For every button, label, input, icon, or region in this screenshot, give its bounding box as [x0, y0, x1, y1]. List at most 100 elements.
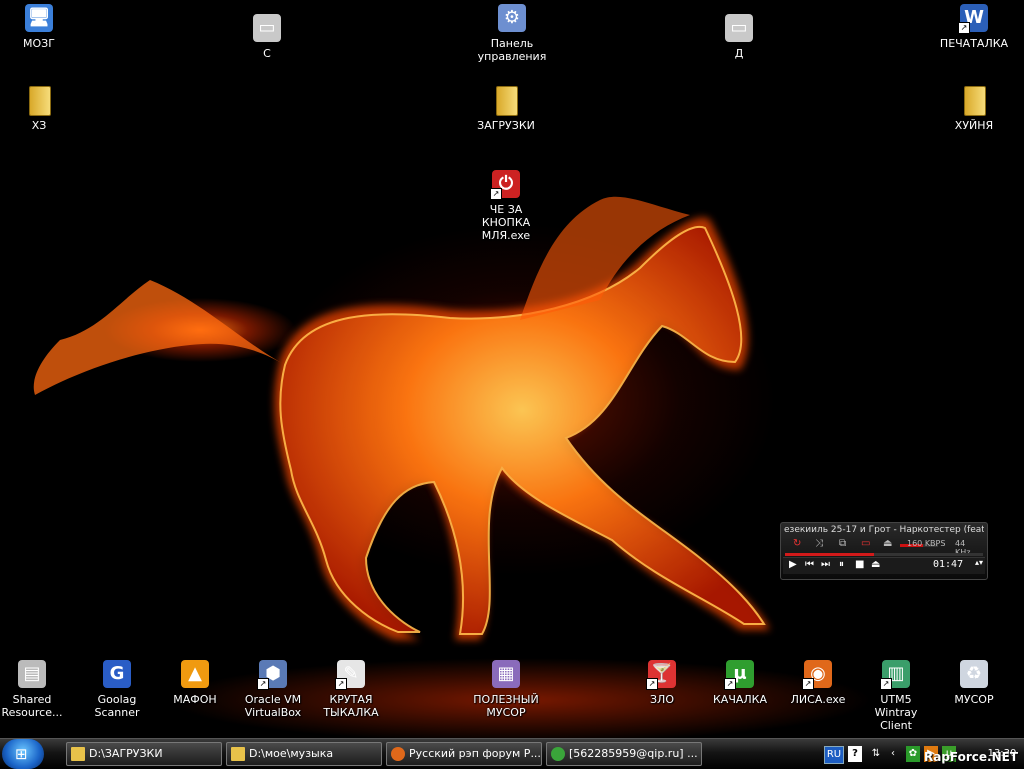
previous-icon[interactable]: ⏮: [805, 559, 814, 570]
aimp-player-icon: ▲: [179, 658, 211, 690]
folder-icon: [71, 747, 85, 761]
desktop-icon-label: Панель управления: [477, 37, 547, 63]
desktop-icon-krutaya[interactable]: ✎ ↗ КРУТАЯ ТЫКАЛКА: [313, 658, 389, 719]
taskbar-button-3[interactable]: Русский рэп форум Р...: [386, 742, 542, 766]
help-icon[interactable]: ?: [848, 746, 862, 762]
network-drive-icon: ▤: [16, 658, 48, 690]
desktop-icon-label: ПЕЧАТАЛКА: [939, 37, 1009, 50]
player-controls-top: ↻ ⤨ ⧉ ▭ ⏏ 160 KBPS 44 KHz: [785, 538, 983, 557]
desktop-icon-label: МАФОН: [173, 693, 217, 706]
player-seek-bar[interactable]: [785, 553, 983, 556]
windows-logo-icon: ⊞: [15, 745, 28, 763]
shortcut-arrow-icon: ↗: [880, 678, 892, 690]
next-icon[interactable]: ⏭: [821, 559, 830, 570]
desktop-icon-pechatalka[interactable]: W ↗ ПЕЧАТАЛКА: [936, 2, 1012, 50]
desktop-icon-mafon[interactable]: ▲ МАФОН: [157, 658, 233, 706]
qip-tray-icon[interactable]: ✿: [906, 746, 920, 762]
desktop-icon-panel[interactable]: ⚙ Панель управления: [474, 2, 550, 63]
taskbar-button-label: Русский рэп форум Р...: [409, 747, 541, 760]
eject-icon[interactable]: ⏏: [883, 538, 892, 549]
virtualbox-icon: ⬢ ↗: [257, 658, 289, 690]
desktop-icon-huynya[interactable]: ХУЙНЯ: [936, 84, 1012, 132]
desktop-icon-musor[interactable]: ♻ МУСОР: [936, 658, 1012, 706]
network-icon[interactable]: ⇅: [870, 746, 882, 762]
desktop-icon-mozg[interactable]: 🖥 МОЗГ: [1, 2, 77, 50]
desktop-icon-d[interactable]: ▭ Д: [701, 12, 777, 60]
shuffle-icon[interactable]: ⤨: [815, 538, 823, 549]
folder-icon: [23, 84, 55, 116]
watermark: RapForce.NET: [924, 750, 1019, 764]
firefox-icon: [391, 747, 405, 761]
desktop-icon-label: КРУТАЯ ТЫКАЛКА: [323, 693, 379, 719]
repeat-icon[interactable]: ↻: [793, 538, 801, 549]
desktop-icon-kachalka[interactable]: μ ↗ КАЧАЛКА: [702, 658, 778, 706]
utm5-client-icon: ▥ ↗: [880, 658, 912, 690]
desktop-icon-label: Д: [734, 47, 744, 60]
shortcut-arrow-icon: ↗: [724, 678, 736, 690]
desktop-icon-lisa[interactable]: ◉ ↗ ЛИСА.exe: [780, 658, 856, 706]
qip-icon: [551, 747, 565, 761]
stop-icon[interactable]: ■: [855, 559, 864, 570]
computer-icon: 🖥: [23, 2, 55, 34]
playlist-icon[interactable]: ⧉: [839, 538, 846, 549]
drive-icon: ▭: [251, 12, 283, 44]
desktop-icon-label: ХУЙНЯ: [954, 119, 994, 132]
desktop-icon-label: Goolag Scanner: [94, 693, 140, 719]
shortcut-arrow-icon: ↗: [257, 678, 269, 690]
eject-small-icon[interactable]: ⏏: [871, 559, 880, 570]
taskbar-button-4[interactable]: [562285959@qip.ru] ...: [546, 742, 702, 766]
desktop-icon-goolag[interactable]: G Goolag Scanner: [79, 658, 155, 719]
desktop-icon-zlo[interactable]: 🍸 ↗ ЗЛО: [624, 658, 700, 706]
folder-icon: [231, 747, 245, 761]
pause-icon[interactable]: ⏸: [839, 559, 844, 570]
shortcut-arrow-icon: ↗: [958, 22, 970, 34]
desktop-icon-label: Oracle VM VirtualBox: [244, 693, 302, 719]
desktop-icon-label: КАЧАЛКА: [712, 693, 767, 706]
player-controls-bottom: ▶ ⏮ ⏭ ⏸ ■ ⏏ 01:47 ▴▾: [783, 557, 985, 574]
player-track-title: езекииль 25-17 и Грот - Наркотестер (fea…: [784, 525, 984, 535]
drive-icon: ▭: [723, 12, 755, 44]
start-button[interactable]: ⊞: [2, 739, 44, 769]
equalizer-icon[interactable]: ▭: [861, 538, 870, 549]
scroll-arrows-icon[interactable]: ▴▾: [975, 558, 983, 567]
desktop-icon-vbox[interactable]: ⬢ ↗ Oracle VM VirtualBox: [235, 658, 311, 719]
goolag-g-icon: G: [101, 658, 133, 690]
control-panel-icon: ⚙: [496, 2, 528, 34]
taskbar-button-label: D:\мое\музыка: [249, 747, 334, 760]
notepad-icon: ✎ ↗: [335, 658, 367, 690]
winrar-archive-icon: ▦: [490, 658, 522, 690]
desktop-icon-label: ХЗ: [31, 119, 47, 132]
desktop-icon-hz[interactable]: ХЗ: [1, 84, 77, 132]
desktop-icon-shared[interactable]: ▤ Shared Resource...: [0, 658, 70, 719]
desktop-icon-c[interactable]: ▭ С: [229, 12, 305, 60]
taskbar-button-1[interactable]: D:\ЗАГРУЗКИ: [66, 742, 222, 766]
cocktail-glass-icon: 🍸 ↗: [646, 658, 678, 690]
media-player[interactable]: езекииль 25-17 и Грот - Наркотестер (fea…: [780, 522, 988, 580]
horse-body: [279, 225, 766, 635]
folder-icon: [958, 84, 990, 116]
desktop-icon-knopka[interactable]: ⏻ ↗ ЧЕ ЗА КНОПКА МЛЯ.exe: [468, 168, 544, 242]
desktop-icon-polezny[interactable]: ▦ ПОЛЕЗНЫЙ МУСОР: [468, 658, 544, 719]
player-bitrate: 160 KBPS: [907, 539, 946, 548]
desktop-icon-label: Shared Resource...: [1, 693, 63, 719]
tray-expand-icon[interactable]: ‹: [888, 746, 898, 762]
desktop-icon-label: UTM5 Wintray Client: [874, 693, 918, 732]
horse-mane-fire: [33, 280, 285, 395]
taskbar-button-2[interactable]: D:\мое\музыка: [226, 742, 382, 766]
folder-icon: [490, 84, 522, 116]
taskbar-button-label: D:\ЗАГРУЗКИ: [89, 747, 163, 760]
desktop-icon-label: ЗЛО: [650, 693, 674, 706]
taskbar-button-label: [562285959@qip.ru] ...: [569, 747, 698, 760]
shortcut-arrow-icon: ↗: [646, 678, 658, 690]
shortcut-arrow-icon: ↗: [490, 188, 502, 200]
player-time: 01:47: [933, 559, 964, 570]
desktop-icon-label: ЧЕ ЗА КНОПКА МЛЯ.exe: [481, 203, 531, 242]
shortcut-arrow-icon: ↗: [335, 678, 347, 690]
play-icon[interactable]: ▶: [789, 559, 797, 570]
language-indicator[interactable]: RU: [824, 746, 844, 764]
desktop-icon-label: МУСОР: [954, 693, 994, 706]
desktop-icon-utm5[interactable]: ▥ ↗ UTM5 Wintray Client: [858, 658, 934, 732]
firefox-icon: ◉ ↗: [802, 658, 834, 690]
desktop-icon-label: МОЗГ: [23, 37, 55, 50]
desktop-icon-zagruzki[interactable]: ЗАГРУЗКИ: [468, 84, 544, 132]
